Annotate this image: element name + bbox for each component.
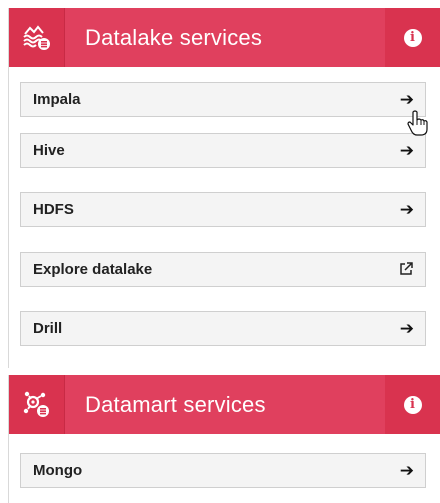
info-icon[interactable]: i — [385, 375, 440, 434]
service-item-drill[interactable]: Drill ➔ — [20, 311, 426, 346]
service-item-label: Mongo — [33, 462, 83, 479]
datalake-services-title: Datalake services — [85, 25, 263, 50]
external-link-icon — [400, 262, 413, 275]
datalake-waves-icon — [9, 8, 65, 67]
service-item-mongo[interactable]: Mongo ➔ — [20, 453, 426, 488]
hand-pointer-cursor-icon — [407, 110, 428, 136]
datalake-services-header: Datalake services i — [9, 8, 440, 67]
service-item-label: HDFS — [33, 201, 74, 218]
datamart-services-title: Datamart services — [85, 392, 266, 417]
service-item-label: Explore datalake — [33, 261, 153, 278]
datamart-nodes-icon — [9, 375, 65, 434]
info-icon[interactable]: i — [385, 8, 440, 67]
datamart-services-panel: Datamart services i Mongo ➔ — [8, 375, 440, 503]
service-item-label: Hive — [33, 142, 65, 159]
service-item-label: Drill — [33, 320, 63, 337]
arrow-right-icon: ➔ — [399, 200, 414, 219]
service-item-label: Impala — [33, 91, 81, 108]
arrow-right-icon: ➔ — [399, 319, 414, 338]
service-item-explore-datalake[interactable]: Explore datalake — [20, 252, 426, 287]
arrow-right-icon: ➔ — [399, 141, 414, 160]
service-item-hdfs[interactable]: HDFS ➔ — [20, 192, 426, 227]
service-item-impala[interactable]: Impala ➔ — [20, 82, 426, 117]
arrow-right-icon: ➔ — [399, 461, 414, 480]
datamart-services-header: Datamart services i — [9, 375, 440, 434]
datalake-services-panel: Datalake services i Impala ➔ Hive ➔ HDFS… — [8, 8, 440, 368]
service-item-hive[interactable]: Hive ➔ — [20, 133, 426, 168]
